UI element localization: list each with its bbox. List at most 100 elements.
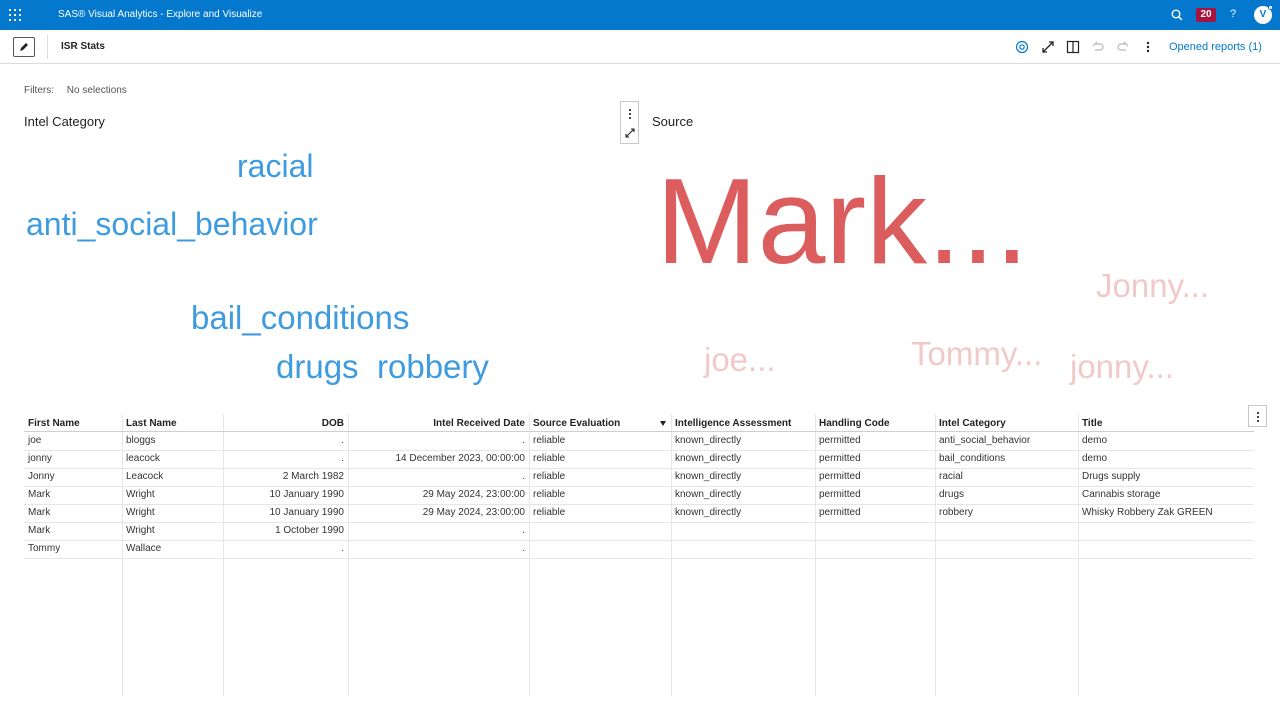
table-cell[interactable] xyxy=(939,522,1074,540)
word-cloud-term[interactable]: Tommy... xyxy=(911,337,1042,370)
column-header[interactable]: Intelligence Assessment xyxy=(675,414,811,432)
table-cell[interactable]: known_directly xyxy=(675,504,811,522)
opened-reports-link[interactable]: Opened reports (1) xyxy=(1169,41,1262,53)
table-cell[interactable]: leacock xyxy=(126,450,219,468)
column-header[interactable]: Last Name xyxy=(126,414,219,432)
word-cloud-term[interactable]: joe... xyxy=(704,343,776,376)
column-divider[interactable] xyxy=(671,414,672,696)
column-divider[interactable] xyxy=(815,414,816,696)
table-cell[interactable] xyxy=(533,540,667,558)
table-cell[interactable]: known_directly xyxy=(675,450,811,468)
sort-descending-icon[interactable] xyxy=(660,421,666,426)
table-cell[interactable]: Wallace xyxy=(126,540,219,558)
filters-value[interactable]: No selections xyxy=(67,85,127,96)
table-cell[interactable]: . xyxy=(352,522,525,540)
search-icon[interactable] xyxy=(1170,8,1184,22)
table-cell[interactable] xyxy=(675,540,811,558)
table-cell[interactable]: Leacock xyxy=(126,468,219,486)
interaction-network-icon[interactable] xyxy=(1015,40,1029,54)
table-cell[interactable]: permitted xyxy=(819,432,931,450)
word-cloud-term[interactable]: drugs xyxy=(276,350,359,383)
table-cell[interactable]: 29 May 2024, 23:00:00 xyxy=(352,486,525,504)
table-cell[interactable]: permitted xyxy=(819,450,931,468)
table-cell[interactable]: . xyxy=(227,450,344,468)
word-cloud-term[interactable]: jonny... xyxy=(1070,350,1174,383)
table-cell[interactable]: 10 January 1990 xyxy=(227,486,344,504)
word-cloud-term[interactable]: bail_conditions xyxy=(191,301,409,334)
table-cell[interactable]: . xyxy=(352,468,525,486)
column-divider[interactable] xyxy=(935,414,936,696)
table-cell[interactable]: permitted xyxy=(819,468,931,486)
table-cell[interactable]: Wright xyxy=(126,486,219,504)
maximize-object-icon[interactable] xyxy=(624,127,636,139)
table-cell[interactable]: 29 May 2024, 23:00:00 xyxy=(352,504,525,522)
column-header[interactable]: Handling Code xyxy=(819,414,931,432)
word-cloud-term[interactable]: robbery xyxy=(377,350,489,383)
redo-icon[interactable] xyxy=(1116,40,1130,54)
table-cell[interactable]: . xyxy=(352,540,525,558)
table-cell[interactable]: Tommy xyxy=(28,540,118,558)
table-cell[interactable]: robbery xyxy=(939,504,1074,522)
table-cell[interactable]: reliable xyxy=(533,468,667,486)
table-cell[interactable]: Jonny xyxy=(28,468,118,486)
table-cell[interactable] xyxy=(1082,522,1250,540)
side-pane-icon[interactable] xyxy=(1066,40,1080,54)
table-cell[interactable]: 2 March 1982 xyxy=(227,468,344,486)
column-divider[interactable] xyxy=(348,414,349,696)
column-header[interactable]: DOB xyxy=(227,414,344,432)
column-header[interactable]: Intel Category xyxy=(939,414,1074,432)
word-cloud-term[interactable]: anti_social_behavior xyxy=(26,208,318,240)
table-cell[interactable]: 1 October 1990 xyxy=(227,522,344,540)
notifications-badge[interactable]: 20 xyxy=(1196,8,1216,22)
table-cell[interactable]: reliable xyxy=(533,450,667,468)
column-divider[interactable] xyxy=(529,414,530,696)
help-icon[interactable]: ? xyxy=(1230,8,1236,20)
table-cell[interactable] xyxy=(819,540,931,558)
table-cell[interactable]: permitted xyxy=(819,486,931,504)
word-cloud-term[interactable]: Jonny... xyxy=(1096,269,1209,302)
column-header[interactable]: Intel Received Date xyxy=(352,414,525,432)
table-cell[interactable]: reliable xyxy=(533,432,667,450)
table-cell[interactable] xyxy=(1082,540,1250,558)
table-cell[interactable]: Wright xyxy=(126,522,219,540)
table-cell[interactable]: Wright xyxy=(126,504,219,522)
column-divider[interactable] xyxy=(122,414,123,696)
applications-menu-icon[interactable] xyxy=(9,9,21,21)
table-cell[interactable]: demo xyxy=(1082,450,1250,468)
table-cell[interactable]: Drugs supply xyxy=(1082,468,1250,486)
table-cell[interactable]: Mark xyxy=(28,522,118,540)
table-cell[interactable] xyxy=(939,540,1074,558)
table-cell[interactable]: demo xyxy=(1082,432,1250,450)
table-cell[interactable]: Mark xyxy=(28,486,118,504)
table-cell[interactable] xyxy=(819,522,931,540)
table-cell[interactable] xyxy=(675,522,811,540)
table-cell[interactable]: bail_conditions xyxy=(939,450,1074,468)
table-cell[interactable]: jonny xyxy=(28,450,118,468)
table-cell[interactable]: known_directly xyxy=(675,486,811,504)
object-more-icon[interactable] xyxy=(629,109,631,121)
table-cell[interactable]: permitted xyxy=(819,504,931,522)
table-cell[interactable]: bloggs xyxy=(126,432,219,450)
more-options-icon[interactable] xyxy=(1145,39,1151,55)
table-cell[interactable]: known_directly xyxy=(675,468,811,486)
edit-report-button[interactable] xyxy=(13,37,35,57)
table-cell[interactable]: reliable xyxy=(533,504,667,522)
column-header[interactable]: Title xyxy=(1082,414,1250,432)
table-cell[interactable]: racial xyxy=(939,468,1074,486)
table-cell[interactable]: . xyxy=(227,540,344,558)
undo-icon[interactable] xyxy=(1091,40,1105,54)
table-cell[interactable]: drugs xyxy=(939,486,1074,504)
table-cell[interactable]: . xyxy=(352,432,525,450)
column-header[interactable]: Source Evaluation xyxy=(533,414,667,432)
table-cell[interactable]: Whisky Robbery Zak GREEN xyxy=(1082,504,1250,522)
table-cell[interactable]: known_directly xyxy=(675,432,811,450)
user-avatar[interactable]: V xyxy=(1254,5,1273,24)
table-cell[interactable]: anti_social_behavior xyxy=(939,432,1074,450)
table-cell[interactable]: reliable xyxy=(533,486,667,504)
column-divider[interactable] xyxy=(1078,414,1079,696)
word-cloud-term[interactable]: Mark... xyxy=(656,160,1029,282)
table-cell[interactable]: 14 December 2023, 00:00:00 xyxy=(352,450,525,468)
column-header[interactable]: First Name xyxy=(28,414,118,432)
table-cell[interactable]: . xyxy=(227,432,344,450)
table-cell[interactable]: Cannabis storage xyxy=(1082,486,1250,504)
